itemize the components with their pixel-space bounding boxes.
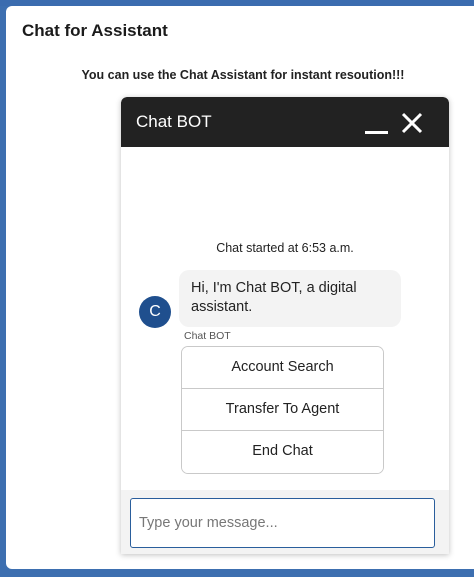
message-input[interactable] bbox=[130, 498, 435, 548]
minimize-button[interactable] bbox=[362, 111, 390, 137]
chat-started-timestamp: Chat started at 6:53 a.m. bbox=[216, 241, 354, 255]
chat-footer bbox=[121, 490, 449, 554]
chat-title: Chat BOT bbox=[136, 112, 212, 131]
transfer-to-agent-button[interactable]: Transfer To Agent bbox=[182, 389, 383, 431]
account-search-button[interactable]: Account Search bbox=[182, 347, 383, 389]
chat-widget: Chat BOT Chat started at 6:53 a.m. C Hi,… bbox=[121, 97, 449, 554]
close-icon bbox=[401, 112, 423, 134]
message-sender-label: Chat BOT bbox=[184, 330, 231, 342]
page-title: Chat for Assistant bbox=[22, 21, 168, 40]
end-chat-button[interactable]: End Chat bbox=[182, 431, 383, 473]
chat-header: Chat BOT bbox=[121, 97, 449, 147]
minimize-icon bbox=[365, 131, 388, 134]
avatar: C bbox=[139, 296, 171, 328]
page-subtitle: You can use the Chat Assistant for insta… bbox=[81, 68, 405, 82]
quick-reply-options: Account Search Transfer To Agent End Cha… bbox=[181, 346, 384, 474]
bot-message-bubble: Hi, I'm Chat BOT, a digital assistant. bbox=[179, 270, 401, 327]
close-button[interactable] bbox=[399, 110, 425, 136]
